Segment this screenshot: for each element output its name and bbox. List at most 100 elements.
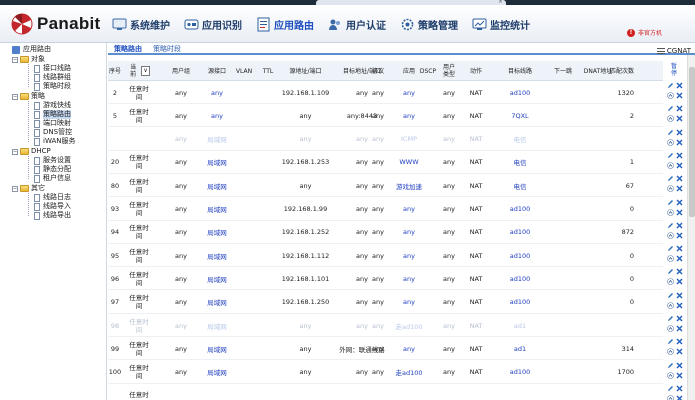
move-up-icon[interactable]: [667, 162, 674, 169]
collapse-toggle-icon[interactable]: −: [12, 148, 18, 155]
table-row[interactable]: 20 任意时间 any 局域网 192.168.1.253 any any WWW any NAT…: [108, 151, 663, 174]
edit-icon[interactable]: [667, 175, 674, 182]
tab-policy-route[interactable]: 策略路由: [114, 44, 142, 54]
move-down-icon[interactable]: [676, 372, 683, 379]
tree-group[interactable]: − DHCP: [12, 147, 51, 156]
move-down-icon[interactable]: [676, 185, 683, 192]
sidebar-item[interactable]: 线路导出: [34, 211, 71, 220]
nav-item-user-auth[interactable]: 用户认证: [328, 14, 386, 34]
table-row[interactable]: 任意时: [108, 384, 663, 400]
delete-icon[interactable]: [676, 385, 683, 392]
table-row[interactable]: 97 任意时间 any 局域网 192.168.1.250 any any any any NAT…: [108, 291, 663, 314]
sidebar-item[interactable]: 租户信息: [34, 174, 71, 183]
delete-icon[interactable]: [676, 338, 683, 345]
move-down-icon[interactable]: [676, 209, 683, 216]
move-up-icon[interactable]: [667, 301, 674, 309]
move-down-icon[interactable]: [676, 162, 683, 169]
scroll-thumb[interactable]: [689, 67, 695, 217]
nav-item-app-routing[interactable]: 应用路由: [256, 14, 314, 34]
delete-icon[interactable]: [676, 362, 683, 369]
delete-icon[interactable]: [676, 222, 683, 229]
table-row[interactable]: 96 任意时间 any 局域网 192.168.1.101 any any any any NAT…: [108, 267, 663, 291]
edit-icon[interactable]: [667, 129, 674, 136]
delete-icon[interactable]: [676, 315, 683, 322]
table-row[interactable]: 93 任意时间 any 局域网 192.168.1.99 any any any any NAT a…: [108, 198, 663, 221]
condition-select[interactable]: ∨: [141, 66, 150, 76]
sidebar-item[interactable]: 静态分配: [34, 165, 71, 174]
tree-group[interactable]: − 对象: [12, 55, 45, 64]
nav-item-system-maintenance[interactable]: 系统维护: [112, 14, 170, 34]
delete-icon[interactable]: [676, 175, 683, 182]
sidebar-item[interactable]: 接口线路: [34, 64, 71, 73]
edit-icon[interactable]: [667, 105, 674, 112]
nav-item-policy-manage[interactable]: 策略管理: [400, 14, 458, 34]
sidebar-item[interactable]: 线路导入: [34, 202, 71, 211]
nav-item-app-identify[interactable]: 应用识别: [184, 14, 242, 34]
edit-icon[interactable]: [667, 245, 674, 252]
sidebar-item[interactable]: 端口映射: [34, 119, 71, 128]
table-row[interactable]: 100 任意时间 any 局域网 any any any 走ad100 any NAT ad100 1…: [108, 361, 663, 384]
collapse-toggle-icon[interactable]: −: [12, 185, 18, 192]
sidebar-item[interactable]: 线路日志: [34, 193, 71, 202]
edit-icon[interactable]: [667, 292, 674, 299]
move-up-icon[interactable]: [667, 92, 674, 99]
move-down-icon[interactable]: [676, 278, 683, 285]
edit-icon[interactable]: [667, 385, 674, 392]
move-down-icon[interactable]: [676, 255, 683, 262]
move-up-icon[interactable]: [667, 371, 674, 379]
collapse-toggle-icon[interactable]: −: [12, 93, 18, 100]
tree-group[interactable]: − 策略: [12, 92, 45, 101]
move-down-icon[interactable]: [676, 92, 683, 99]
table-row[interactable]: 2 任意时间 any any 192.168.1.109 any any any any NAT a…: [108, 81, 663, 104]
edit-icon[interactable]: [667, 222, 674, 229]
move-down-icon[interactable]: [676, 348, 683, 355]
move-up-icon[interactable]: [667, 325, 674, 332]
move-down-icon[interactable]: [676, 115, 683, 122]
move-up-icon[interactable]: [667, 231, 674, 239]
edit-icon[interactable]: [667, 268, 674, 275]
sidebar-item[interactable]: 策略路由: [34, 110, 71, 119]
delete-icon[interactable]: [676, 105, 683, 112]
move-down-icon[interactable]: [676, 395, 683, 400]
tree-root[interactable]: 应用路由: [12, 45, 51, 54]
sidebar-item[interactable]: iWAN服务: [34, 137, 76, 146]
move-up-icon[interactable]: [667, 255, 674, 262]
table-row[interactable]: 80 任意时间 any 局域网 any any any 游戏加速 any NAT 电信 67: [108, 174, 663, 198]
delete-icon[interactable]: [676, 245, 683, 252]
delete-icon[interactable]: [676, 82, 683, 89]
sidebar-item[interactable]: 服务设置: [34, 156, 71, 165]
move-up-icon[interactable]: [667, 115, 674, 123]
delete-icon[interactable]: [676, 129, 683, 136]
move-up-icon[interactable]: [667, 208, 674, 216]
scrollbar[interactable]: [687, 55, 695, 400]
edit-icon[interactable]: [667, 152, 674, 159]
move-up-icon[interactable]: [667, 395, 674, 400]
tab-policy-time[interactable]: 策略时段: [153, 44, 181, 54]
sidebar-item[interactable]: 线路群组: [34, 73, 71, 82]
sidebar-item[interactable]: 策略时段: [34, 82, 71, 91]
table-row[interactable]: 99 任意时间 any 局域网 any 外网：联通线路 any any any NAT ad1 314: [108, 337, 663, 361]
delete-icon[interactable]: [676, 152, 683, 159]
collapse-toggle-icon[interactable]: −: [12, 56, 18, 63]
move-up-icon[interactable]: [667, 185, 674, 192]
table-row[interactable]: 94 任意时间 any 局域网 192.168.1.252 any any any any NAT…: [108, 221, 663, 244]
table-row[interactable]: 98 任意时间 any 局域网 any any any 走ad100 any NAT ad1: [108, 314, 663, 337]
delete-icon[interactable]: [676, 292, 683, 299]
edit-icon[interactable]: [667, 362, 674, 369]
edit-icon[interactable]: [667, 338, 674, 345]
move-down-icon[interactable]: [676, 139, 683, 146]
delete-icon[interactable]: [676, 268, 683, 275]
move-down-icon[interactable]: [676, 232, 683, 239]
sidebar-item[interactable]: 游戏快线: [34, 101, 71, 110]
cgnat-link[interactable]: CGNAT: [656, 47, 691, 55]
move-up-icon[interactable]: [667, 278, 674, 286]
edit-icon[interactable]: [667, 315, 674, 322]
delete-icon[interactable]: [676, 199, 683, 206]
table-row[interactable]: 5 任意时间 any any any any:8443 any any any NAT 7QXL 2: [108, 104, 663, 128]
table-row[interactable]: any 局域网 any any any ICMP any NAT 电信: [108, 128, 663, 151]
move-up-icon[interactable]: [667, 348, 674, 356]
sidebar-item[interactable]: DNS管控: [34, 128, 72, 137]
notice-badge[interactable]: ! 非官方机: [627, 28, 662, 37]
move-down-icon[interactable]: [676, 302, 683, 309]
tree-group[interactable]: − 其它: [12, 184, 45, 193]
